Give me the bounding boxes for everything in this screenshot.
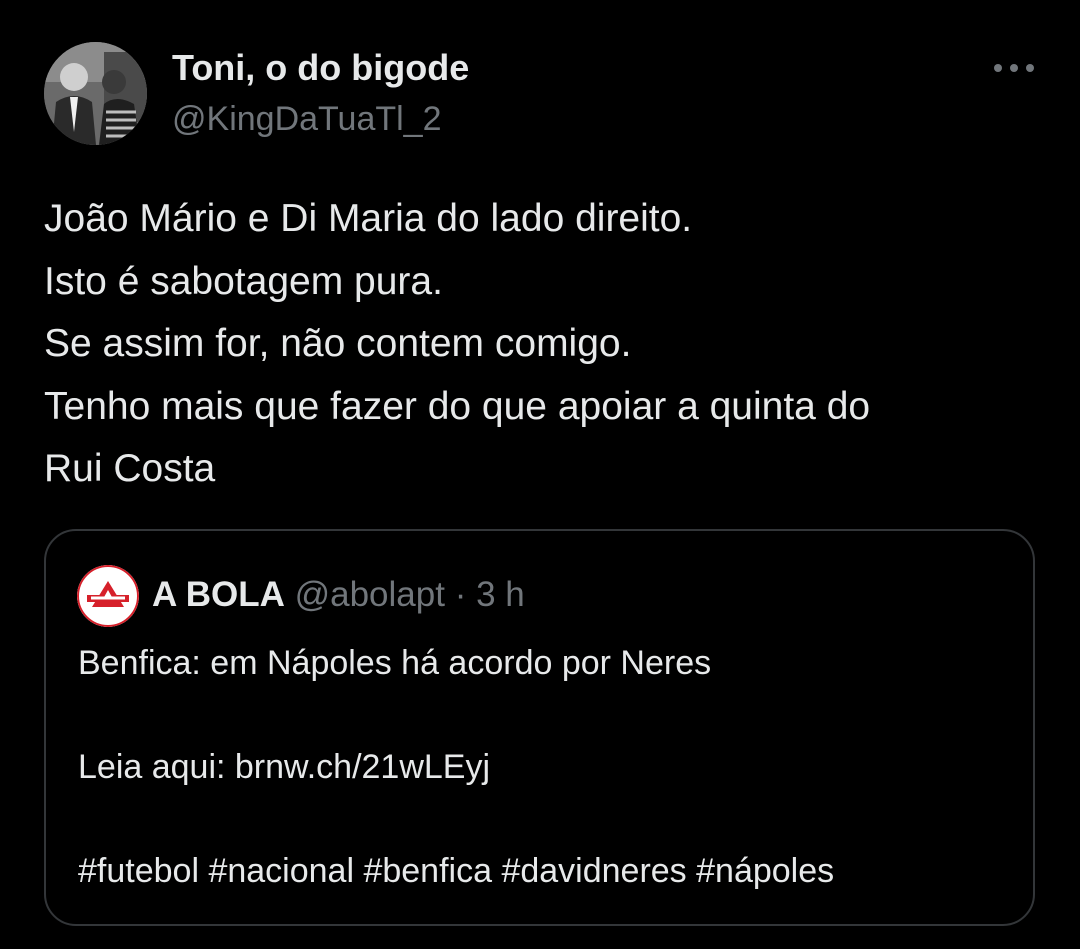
quoted-author-avatar[interactable] [77, 565, 139, 627]
separator-dot: · [454, 575, 467, 614]
tweet-text-line: João Mário e Di Maria do lado direito. [44, 197, 693, 240]
quoted-tweet-header: A BOLA @abolapt · 3 h [152, 571, 525, 619]
tweet-text-line: Isto é sabotagem pura. [44, 259, 443, 303]
more-horizontal-icon [994, 64, 1034, 72]
quoted-author-handle[interactable]: @abolapt [295, 575, 445, 614]
quoted-text-line [78, 689, 1008, 741]
more-options-button[interactable] [986, 50, 1042, 86]
tweet-text-line: Rui Costa [44, 447, 216, 490]
tweet-text-line: Se assim for, não contem comigo. [44, 322, 632, 365]
author-display-name[interactable]: Toni, o do bigode [172, 47, 469, 89]
quoted-author-name[interactable]: A BOLA [152, 575, 285, 614]
a-bola-logo-icon [77, 565, 139, 627]
tweet-text-line: Tenho mais que fazer do que apoiar a qui… [44, 384, 871, 428]
profile-photo-icon [44, 42, 147, 145]
quoted-text-line [78, 793, 1008, 845]
quoted-text-line: Leia aqui: brnw.ch/21wLEyj [78, 748, 491, 786]
author-avatar[interactable] [44, 42, 147, 145]
tweet: Toni, o do bigode @KingDaTuaTl_2 João Má… [0, 0, 1080, 949]
quoted-text-line: #futebol #nacional #benfica #davidneres … [78, 852, 835, 890]
quoted-timestamp[interactable]: 3 h [476, 575, 525, 614]
quoted-tweet-text: Benfica: em Nápoles há acordo por Neres … [78, 637, 1008, 897]
quoted-tweet-card[interactable]: A BOLA @abolapt · 3 h Benfica: em Nápole… [44, 529, 1035, 926]
tweet-text: João Mário e Di Maria do lado direito. I… [44, 188, 1034, 501]
author-handle[interactable]: @KingDaTuaTl_2 [172, 100, 442, 139]
quoted-text-line: Benfica: em Nápoles há acordo por Neres [78, 644, 712, 682]
